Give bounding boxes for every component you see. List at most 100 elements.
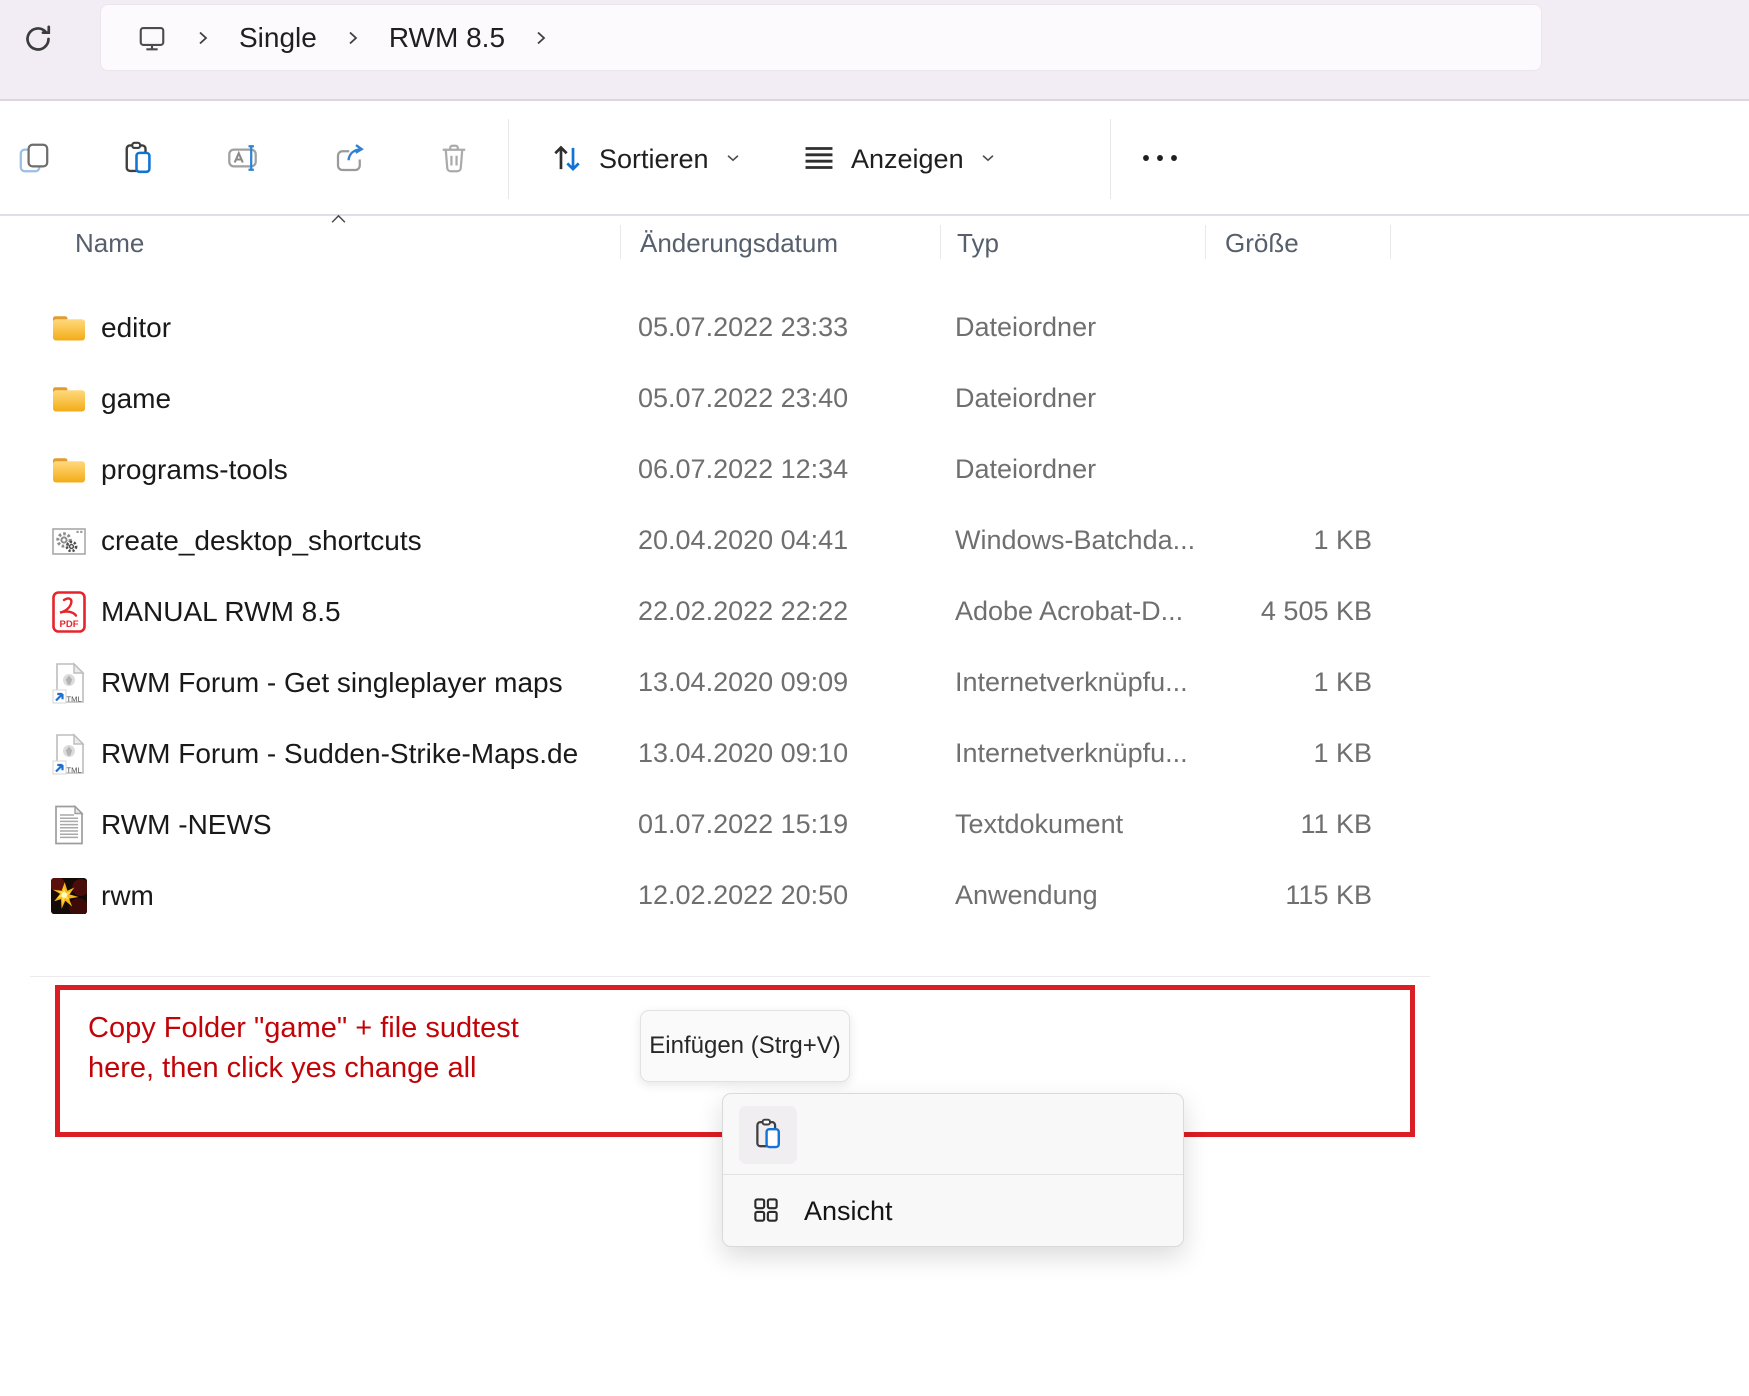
file-name: RWM Forum - Get singleplayer maps — [101, 667, 563, 699]
file-type: Internetverknüpfu... — [955, 667, 1205, 698]
chevron-down-icon — [977, 147, 999, 172]
refresh-button[interactable] — [16, 18, 60, 62]
file-date: 06.07.2022 12:34 — [638, 454, 955, 485]
breadcrumb-item-single[interactable]: Single — [239, 22, 317, 54]
view-list-icon — [800, 139, 838, 180]
file-row[interactable]: game 05.07.2022 23:40 Dateiordner — [0, 363, 1749, 434]
file-name: editor — [101, 312, 171, 344]
ellipsis-icon — [1139, 151, 1181, 168]
column-header-date[interactable]: Änderungsdatum — [640, 228, 838, 259]
annotation-line-1: Copy Folder "game" + file sudtest — [88, 1008, 519, 1048]
application-icon — [48, 878, 90, 914]
file-type: Dateiordner — [955, 454, 1205, 485]
column-header-size[interactable]: Größe — [1225, 228, 1299, 259]
this-pc-icon[interactable] — [137, 23, 167, 53]
column-header-row: Name Änderungsdatum Typ Größe — [0, 218, 1749, 265]
delete-button[interactable] — [426, 128, 482, 190]
see-more-button[interactable] — [1128, 128, 1192, 190]
file-row[interactable]: programs-tools 06.07.2022 12:34 Dateiord… — [0, 434, 1749, 505]
svg-text:TML: TML — [67, 765, 82, 774]
rename-icon — [226, 140, 262, 179]
column-divider[interactable] — [940, 225, 941, 259]
folder-icon — [48, 454, 90, 485]
file-type: Internetverknüpfu... — [955, 738, 1205, 769]
file-type: Windows-Batchda... — [955, 525, 1205, 556]
file-type: Adobe Acrobat-D... — [955, 596, 1205, 627]
folder-icon — [48, 312, 90, 343]
share-icon — [332, 140, 368, 179]
sort-ascending-icon — [330, 211, 347, 229]
paste-tooltip-label: Einfügen (Strg+V) — [649, 1032, 840, 1060]
file-row[interactable]: create_desktop_shortcuts 20.04.2020 04:4… — [0, 505, 1749, 576]
internet-shortcut-icon: TML — [48, 662, 90, 704]
file-list: editor 05.07.2022 23:33 Dateiordner game… — [0, 292, 1749, 931]
file-date: 12.02.2022 20:50 — [638, 880, 955, 911]
file-size: 11 KB — [1205, 809, 1372, 840]
annotation-text: Copy Folder "game" + file sudtest here, … — [88, 1008, 519, 1088]
column-divider[interactable] — [620, 225, 621, 259]
paste-button[interactable] — [110, 128, 166, 190]
chevron-right-icon[interactable] — [531, 28, 551, 48]
context-menu-item-view[interactable]: Ansicht — [723, 1175, 1183, 1247]
trash-icon — [436, 140, 472, 179]
view-button-label: Anzeigen — [851, 144, 964, 175]
toolbar-divider — [1110, 119, 1111, 199]
context-menu: Ansicht — [722, 1093, 1184, 1247]
rename-button[interactable] — [216, 128, 272, 190]
file-size: 1 KB — [1205, 525, 1372, 556]
file-row[interactable]: TML RWM Forum - Get singleplayer maps 13… — [0, 647, 1749, 718]
file-type: Anwendung — [955, 880, 1205, 911]
file-name: MANUAL RWM 8.5 — [101, 596, 341, 628]
svg-text:TML: TML — [67, 694, 82, 703]
context-menu-paste-button[interactable] — [739, 1106, 797, 1164]
file-name: RWM Forum - Sudden-Strike-Maps.de — [101, 738, 578, 770]
chevron-right-icon[interactable] — [193, 28, 213, 48]
sort-button[interactable]: Sortieren — [548, 125, 744, 193]
chevron-right-icon[interactable] — [343, 28, 363, 48]
annotation-line-2: here, then click yes change all — [88, 1048, 519, 1088]
file-size: 1 KB — [1205, 667, 1372, 698]
file-row[interactable]: TML RWM Forum - Sudden-Strike-Maps.de 13… — [0, 718, 1749, 789]
view-button[interactable]: Anzeigen — [800, 125, 999, 193]
column-divider[interactable] — [1205, 225, 1206, 259]
folder-icon — [48, 383, 90, 414]
copy-button[interactable] — [6, 128, 62, 190]
toolbar-divider — [508, 119, 509, 199]
address-bar-area: Single RWM 8.5 — [0, 0, 1749, 101]
file-date: 13.04.2020 09:10 — [638, 738, 955, 769]
share-button[interactable] — [322, 128, 378, 190]
file-date: 05.07.2022 23:40 — [638, 383, 955, 414]
file-row[interactable]: rwm 12.02.2022 20:50 Anwendung 115 KB — [0, 860, 1749, 931]
column-header-type[interactable]: Typ — [957, 228, 999, 259]
file-type: Textdokument — [955, 809, 1205, 840]
chevron-down-icon — [722, 147, 744, 172]
file-name: RWM -NEWS — [101, 809, 272, 841]
column-header-name[interactable]: Name — [75, 228, 144, 259]
file-row[interactable]: PDF MANUAL RWM 8.5 22.02.2022 22:22 Adob… — [0, 576, 1749, 647]
file-date: 22.02.2022 22:22 — [638, 596, 955, 627]
breadcrumb: Single RWM 8.5 — [100, 4, 1542, 71]
command-toolbar: Sortieren Anzeigen — [0, 103, 1749, 216]
refresh-icon — [21, 22, 55, 59]
file-date: 13.04.2020 09:09 — [638, 667, 955, 698]
breadcrumb-item-rwm-85[interactable]: RWM 8.5 — [389, 22, 505, 54]
file-date: 20.04.2020 04:41 — [638, 525, 955, 556]
text-document-icon — [48, 805, 90, 845]
file-size: 4 505 KB — [1205, 596, 1372, 627]
paste-icon — [120, 140, 156, 179]
sort-icon — [548, 139, 586, 180]
file-type: Dateiordner — [955, 383, 1205, 414]
paste-icon — [751, 1117, 785, 1154]
file-name: rwm — [101, 880, 154, 912]
file-explorer-window: Single RWM 8.5 — [0, 0, 1749, 1396]
sort-button-label: Sortieren — [599, 144, 709, 175]
copy-icon — [16, 140, 52, 179]
file-name: create_desktop_shortcuts — [101, 525, 422, 557]
grid-view-icon — [751, 1195, 781, 1228]
file-date: 05.07.2022 23:33 — [638, 312, 955, 343]
file-row[interactable]: editor 05.07.2022 23:33 Dateiordner — [0, 292, 1749, 363]
file-date: 01.07.2022 15:19 — [638, 809, 955, 840]
column-divider[interactable] — [1390, 225, 1391, 259]
svg-text:PDF: PDF — [60, 619, 79, 630]
file-row[interactable]: RWM -NEWS 01.07.2022 15:19 Textdokument … — [0, 789, 1749, 860]
